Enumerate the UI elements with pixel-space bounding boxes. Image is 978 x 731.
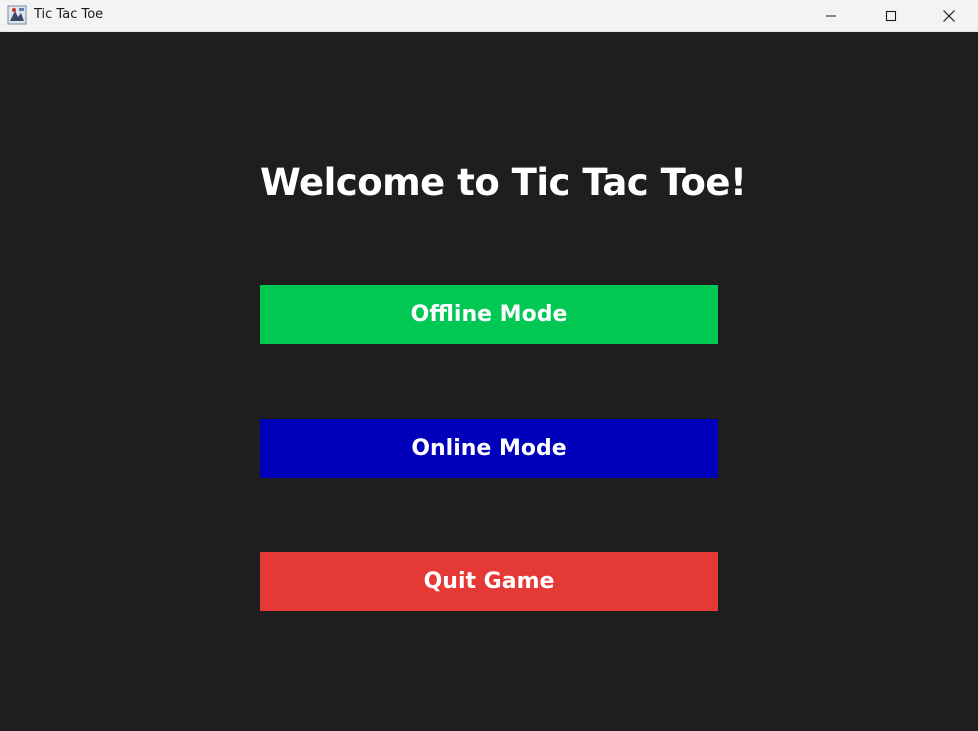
- maximize-button[interactable]: [862, 0, 920, 32]
- quit-game-button[interactable]: Quit Game: [260, 552, 718, 611]
- maximize-icon: [885, 10, 897, 22]
- close-button[interactable]: [920, 0, 978, 32]
- welcome-heading: Welcome to Tic Tac Toe!: [260, 161, 747, 204]
- close-icon: [943, 10, 955, 22]
- app-window: Tic Tac Toe Welcome to Tic Tac Toe! Offl…: [0, 0, 978, 731]
- online-mode-button[interactable]: Online Mode: [260, 419, 718, 478]
- title-bar[interactable]: Tic Tac Toe: [0, 0, 978, 32]
- offline-mode-button[interactable]: Offline Mode: [260, 285, 718, 344]
- java-app-icon: [7, 5, 27, 25]
- window-title: Tic Tac Toe: [34, 7, 104, 22]
- minimize-icon: [826, 15, 836, 17]
- main-menu-panel: Welcome to Tic Tac Toe! Offline Mode Onl…: [0, 33, 978, 731]
- minimize-button[interactable]: [802, 0, 860, 32]
